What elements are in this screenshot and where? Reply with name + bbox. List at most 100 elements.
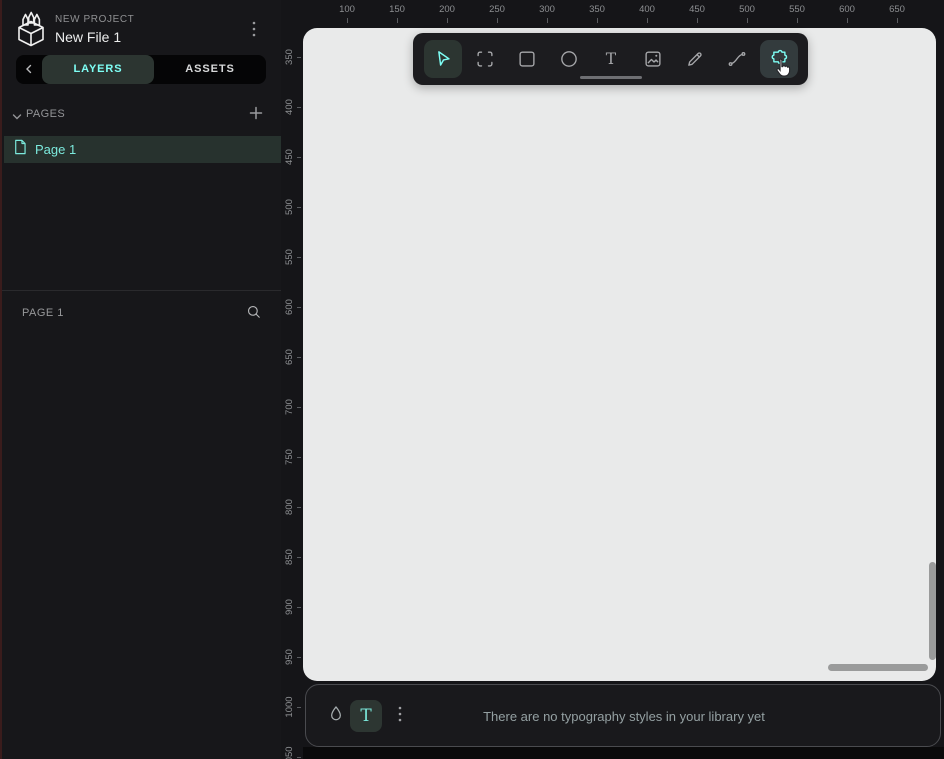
- board-icon: [474, 48, 496, 70]
- ruler-tick: [697, 18, 698, 23]
- vertical-ruler: 3504004505005506006507007508008509009501…: [281, 26, 303, 759]
- typography-empty-message: There are no typography styles in your l…: [306, 685, 942, 748]
- curve-tool-button[interactable]: [718, 40, 756, 78]
- ruler-label: 800: [285, 492, 295, 522]
- typography-palette-panel: T There are no typography styles in your…: [305, 684, 941, 747]
- pages-section-title: PAGES: [26, 108, 65, 120]
- bottom-gap: [303, 747, 944, 759]
- ruler-tick: [897, 18, 898, 23]
- add-page-button[interactable]: [246, 105, 266, 125]
- ruler-tick: [297, 757, 301, 758]
- layers-section-title: PAGE 1: [22, 307, 64, 319]
- pencil-icon: [684, 48, 706, 70]
- rectangle-tool-button[interactable]: [508, 40, 546, 78]
- ruler-label: 500: [285, 192, 295, 222]
- ruler-label: 100: [332, 4, 362, 15]
- ruler-tick: [297, 607, 301, 608]
- plugins-tool-button[interactable]: [760, 40, 798, 78]
- pen-tool-button[interactable]: [676, 40, 714, 78]
- sidebar-divider: [0, 290, 281, 291]
- ruler-tick: [297, 207, 301, 208]
- ruler-tick: [297, 557, 301, 558]
- ruler-label: 900: [285, 592, 295, 622]
- ruler-label: 550: [782, 4, 812, 15]
- ellipse-icon: [558, 48, 580, 70]
- ruler-label: 250: [482, 4, 512, 15]
- ruler-label: 150: [382, 4, 412, 15]
- ruler-label: 750: [285, 442, 295, 472]
- ruler-label: 600: [832, 4, 862, 15]
- ruler-tick: [297, 257, 301, 258]
- ruler-tick: [347, 18, 348, 23]
- ruler-tick: [297, 307, 301, 308]
- ruler-tick: [547, 18, 548, 23]
- puzzle-icon: [768, 48, 790, 70]
- tab-assets[interactable]: ASSETS: [154, 55, 266, 84]
- text-icon: T: [600, 48, 622, 70]
- file-menu-button[interactable]: [245, 20, 263, 42]
- ruler-tick: [597, 18, 598, 23]
- window-edge-stripe: [0, 0, 2, 759]
- penpot-workspace: 100150200250300350400450500550600650 350…: [0, 0, 944, 759]
- ruler-tick: [297, 657, 301, 658]
- search-icon: [245, 303, 263, 326]
- chevron-left-icon: [24, 61, 34, 79]
- ruler-tick: [297, 707, 301, 708]
- ruler-tick: [447, 18, 448, 23]
- page-list-item[interactable]: Page 1: [4, 136, 281, 163]
- rectangle-icon: [516, 48, 538, 70]
- board-tool-button[interactable]: [466, 40, 504, 78]
- ruler-label: 400: [285, 92, 295, 122]
- move-tool-button[interactable]: [424, 40, 462, 78]
- project-name: NEW PROJECT: [55, 14, 134, 25]
- ruler-tick: [297, 457, 301, 458]
- dots-vertical-icon: [252, 21, 256, 42]
- ruler-label: 850: [285, 542, 295, 572]
- ruler-label: 350: [285, 42, 295, 72]
- ruler-tick: [297, 107, 301, 108]
- sidebar-tab-bar: LAYERS ASSETS: [16, 55, 266, 84]
- ruler-label: 650: [882, 4, 912, 15]
- ruler-label: 700: [285, 392, 295, 422]
- file-name: New File 1: [55, 29, 121, 45]
- ruler-tick: [297, 157, 301, 158]
- ruler-tick: [847, 18, 848, 23]
- ruler-label: 450: [285, 142, 295, 172]
- chevron-down-icon[interactable]: [12, 109, 22, 127]
- ruler-tick: [297, 407, 301, 408]
- ruler-tick: [297, 507, 301, 508]
- vertical-scrollbar-thumb[interactable]: [929, 562, 936, 660]
- ruler-label: 1000: [285, 692, 295, 722]
- page-name: Page 1: [35, 142, 76, 157]
- ruler-tick: [397, 18, 398, 23]
- penpot-logo-icon[interactable]: [14, 10, 48, 50]
- ruler-label: 300: [532, 4, 562, 15]
- ruler-label: 400: [632, 4, 662, 15]
- tab-layers[interactable]: LAYERS: [42, 55, 154, 84]
- plus-icon: [249, 106, 263, 125]
- collapse-sidebar-button[interactable]: [16, 55, 42, 84]
- layers-search-button[interactable]: [243, 303, 265, 325]
- ellipse-tool-button[interactable]: [550, 40, 588, 78]
- pages-section-header: PAGES: [10, 105, 271, 125]
- ruler-label: 600: [285, 292, 295, 322]
- horizontal-scrollbar-thumb[interactable]: [828, 664, 928, 671]
- horizontal-ruler: 100150200250300350400450500550600650: [281, 0, 944, 26]
- ruler-label: 650: [285, 342, 295, 372]
- ruler-label: 450: [682, 4, 712, 15]
- svg-text:T: T: [605, 50, 616, 68]
- left-sidebar: NEW PROJECT New File 1 LAYERS ASSETS PAG…: [0, 0, 281, 759]
- page-file-icon: [13, 139, 27, 160]
- ruler-tick: [297, 57, 301, 58]
- ruler-label: 1050: [285, 742, 295, 759]
- ruler-tick: [747, 18, 748, 23]
- ruler-label: 200: [432, 4, 462, 15]
- ruler-label: 500: [732, 4, 762, 15]
- text-tool-button[interactable]: T: [592, 40, 630, 78]
- image-icon: [642, 48, 664, 70]
- ruler-tick: [647, 18, 648, 23]
- toolbar-drag-handle[interactable]: [580, 76, 642, 79]
- canvas-viewport[interactable]: [303, 28, 936, 681]
- ruler-label: 550: [285, 242, 295, 272]
- image-tool-button[interactable]: [634, 40, 672, 78]
